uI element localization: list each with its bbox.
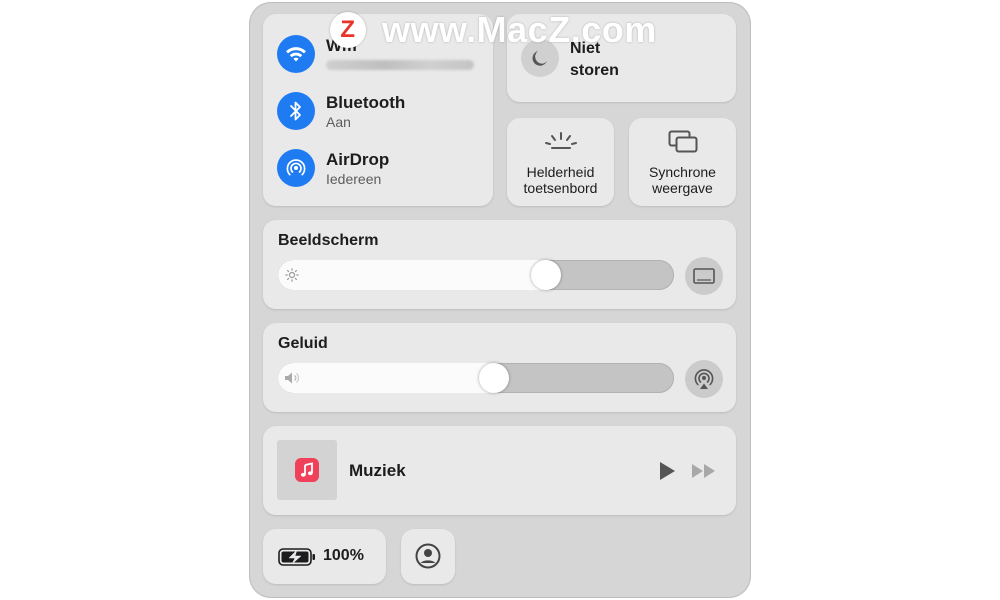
screen-mirroring-label-line2: weergave <box>652 180 713 196</box>
screen-mirroring-icon <box>668 130 698 153</box>
now-playing-app-name: Muziek <box>349 461 406 480</box>
volume-fill <box>278 363 495 393</box>
bluetooth-label: Bluetooth <box>326 93 406 112</box>
battery-tile[interactable]: 100% <box>263 529 386 584</box>
wifi-toggle[interactable] <box>277 35 315 73</box>
airdrop-toggle[interactable] <box>277 149 315 187</box>
sound-title: Geluid <box>278 335 328 352</box>
album-art <box>277 440 337 500</box>
keyboard-brightness-tile[interactable]: Helderheid toetsenbord <box>507 118 614 206</box>
airdrop-icon <box>286 159 306 176</box>
keyboard-brightness-icon <box>545 132 577 149</box>
battery-charging-icon <box>278 548 315 566</box>
bluetooth-toggle[interactable] <box>277 92 315 130</box>
fast-forward-icon[interactable] <box>691 463 717 479</box>
sound-tile: Geluid <box>263 323 736 412</box>
display-brightness-fill <box>278 260 546 290</box>
airplay-audio-icon <box>694 369 714 389</box>
watermark-text: www.MacZ.com <box>382 9 657 50</box>
speaker-icon <box>285 372 300 384</box>
do-not-disturb-label-line2: storen <box>570 62 619 79</box>
keyboard-brightness-label-line2: toetsenbord <box>523 180 598 196</box>
volume-slider[interactable] <box>278 363 674 393</box>
display-brightness-slider[interactable] <box>278 260 674 290</box>
display-settings-button[interactable] <box>685 257 723 295</box>
bluetooth-status: Aan <box>326 114 351 130</box>
music-app-icon <box>295 458 319 482</box>
control-center-panel: Wifi Bluetooth Aan AirDrop Iedereen Niet… <box>249 2 751 598</box>
display-icon <box>693 268 715 284</box>
screen-mirroring-tile[interactable]: Synchrone weergave <box>629 118 736 206</box>
wifi-network-name-blurred <box>326 60 474 70</box>
bluetooth-icon <box>290 101 301 121</box>
display-tile: Beeldscherm <box>263 220 736 309</box>
user-account-icon <box>415 543 441 569</box>
now-playing-tile: Muziek <box>263 426 736 515</box>
battery-percentage: 100% <box>323 547 364 564</box>
keyboard-brightness-label-line1: Helderheid <box>526 164 595 180</box>
airdrop-label: AirDrop <box>326 150 390 169</box>
screen-mirroring-label-line1: Synchrone <box>649 164 716 180</box>
display-title: Beeldscherm <box>278 232 379 249</box>
airplay-audio-button[interactable] <box>685 360 723 398</box>
watermark-logo: Z <box>330 12 366 48</box>
watermark: Z www.MacZ.com <box>330 8 657 52</box>
sun-icon <box>285 268 299 282</box>
play-icon[interactable] <box>658 461 676 481</box>
display-brightness-knob[interactable] <box>530 260 561 290</box>
wifi-icon <box>286 47 306 62</box>
airdrop-status: Iedereen <box>326 171 382 187</box>
user-switcher-tile[interactable] <box>401 529 455 584</box>
